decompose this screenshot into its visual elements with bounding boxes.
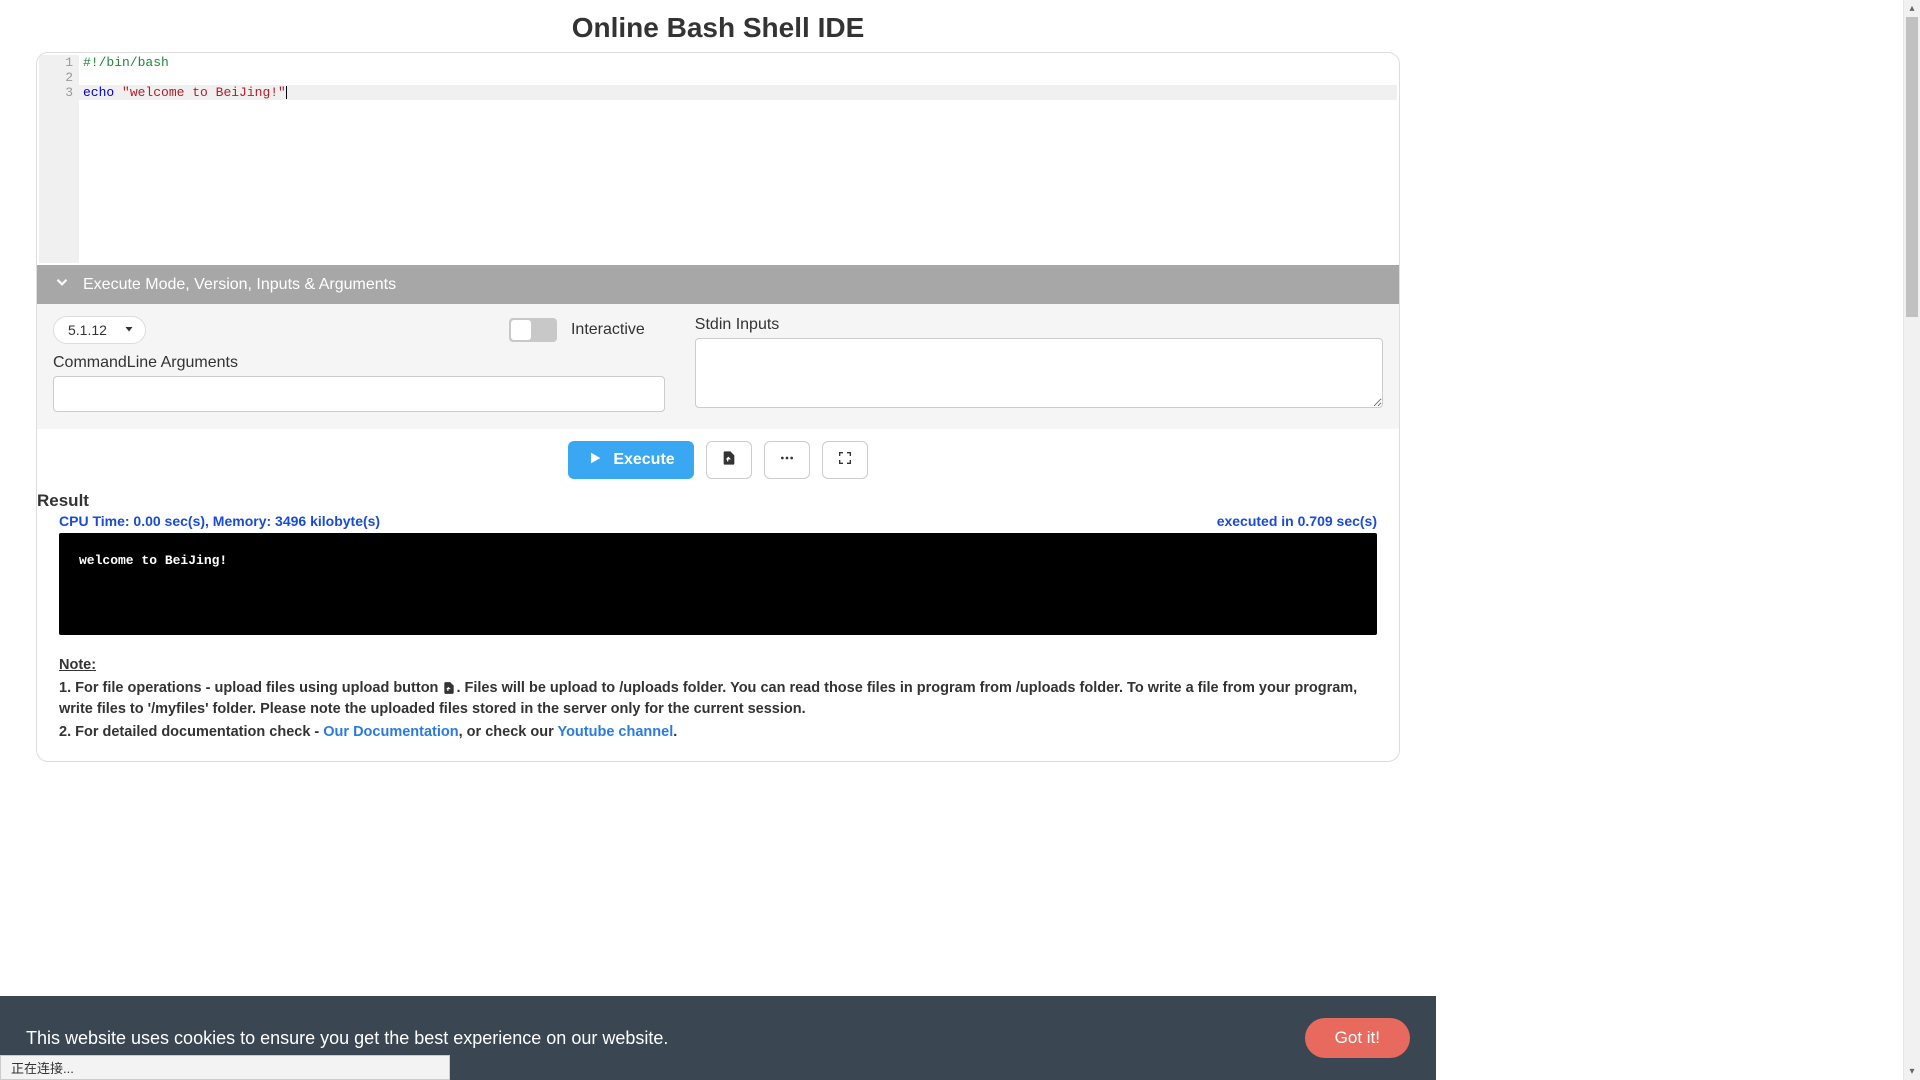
cmdline-label: CommandLine Arguments <box>53 354 665 372</box>
upload-button[interactable] <box>706 441 752 479</box>
execute-button[interactable]: Execute <box>568 441 693 479</box>
interactive-label: Interactive <box>571 321 645 339</box>
cookie-accept-button[interactable]: Got it! <box>1305 1018 1410 1058</box>
note-line-2: 2. For detailed documentation check - Ou… <box>59 722 1377 743</box>
fullscreen-button[interactable] <box>822 441 868 479</box>
ellipsis-icon <box>779 450 795 471</box>
options-header-label: Execute Mode, Version, Inputs & Argument… <box>83 276 396 294</box>
code-editor[interactable]: 1 2 3 #!/bin/bash echo "welcome to BeiJi… <box>39 55 1397 263</box>
result-title: Result <box>37 491 1399 511</box>
options-panel-body: 5.1.12 Interactive CommandLine Arguments <box>37 304 1399 429</box>
toggle-knob <box>511 320 531 340</box>
note-text: . <box>673 724 677 740</box>
text-caret <box>286 86 287 99</box>
cookie-text: This website uses cookies to ensure you … <box>26 1028 668 1049</box>
action-bar: Execute <box>37 429 1399 485</box>
result-exec-time: executed in 0.709 sec(s) <box>1217 513 1377 529</box>
file-upload-icon <box>442 681 456 695</box>
scroll-up-icon[interactable]: ▴ <box>1904 0 1920 17</box>
code-token: echo <box>83 85 114 100</box>
note-text: , or check our <box>459 724 558 740</box>
stdin-input[interactable] <box>695 338 1383 408</box>
more-button[interactable] <box>764 441 810 479</box>
execute-label: Execute <box>613 451 674 469</box>
code-token <box>83 70 1393 85</box>
file-upload-icon <box>721 450 737 471</box>
expand-icon <box>837 450 853 471</box>
scroll-thumb[interactable] <box>1906 17 1918 317</box>
code-token: #!/bin/bash <box>83 55 169 70</box>
cmdline-input[interactable] <box>53 376 665 412</box>
browser-status-bar: 正在连接... <box>0 1055 450 1080</box>
page-title: Online Bash Shell IDE <box>0 0 1436 52</box>
line-number: 1 <box>45 55 73 70</box>
youtube-link[interactable]: Youtube channel <box>557 724 673 740</box>
result-terminal: welcome to BeiJing! <box>59 533 1377 635</box>
note-title: Note: <box>59 655 1377 676</box>
documentation-link[interactable]: Our Documentation <box>323 724 458 740</box>
note-line-1: 1. For file operations - upload files us… <box>59 678 1377 720</box>
version-select[interactable]: 5.1.12 <box>53 316 146 344</box>
code-area[interactable]: #!/bin/bash echo "welcome to BeiJing!" <box>79 55 1397 263</box>
play-icon <box>587 450 603 471</box>
ide-card: 1 2 3 #!/bin/bash echo "welcome to BeiJi… <box>36 52 1400 762</box>
vertical-scrollbar[interactable]: ▴ ▾ <box>1903 0 1920 1080</box>
code-token: "welcome to BeiJing!" <box>122 85 286 100</box>
result-cpu-mem: CPU Time: 0.00 sec(s), Memory: 3496 kilo… <box>59 513 380 529</box>
version-value: 5.1.12 <box>68 322 107 338</box>
options-panel-header[interactable]: Execute Mode, Version, Inputs & Argument… <box>37 265 1399 304</box>
note-text: 1. For file operations - upload files us… <box>59 680 442 696</box>
scroll-down-icon[interactable]: ▾ <box>1904 1063 1920 1080</box>
note-text: 2. For detailed documentation check - <box>59 724 323 740</box>
line-number: 2 <box>45 70 73 85</box>
chevron-down-icon <box>53 273 71 296</box>
line-number: 3 <box>45 85 73 100</box>
stdin-label: Stdin Inputs <box>695 316 1383 334</box>
interactive-toggle[interactable] <box>509 318 557 342</box>
chevron-down-icon <box>123 322 135 338</box>
line-gutter: 1 2 3 <box>39 55 79 263</box>
